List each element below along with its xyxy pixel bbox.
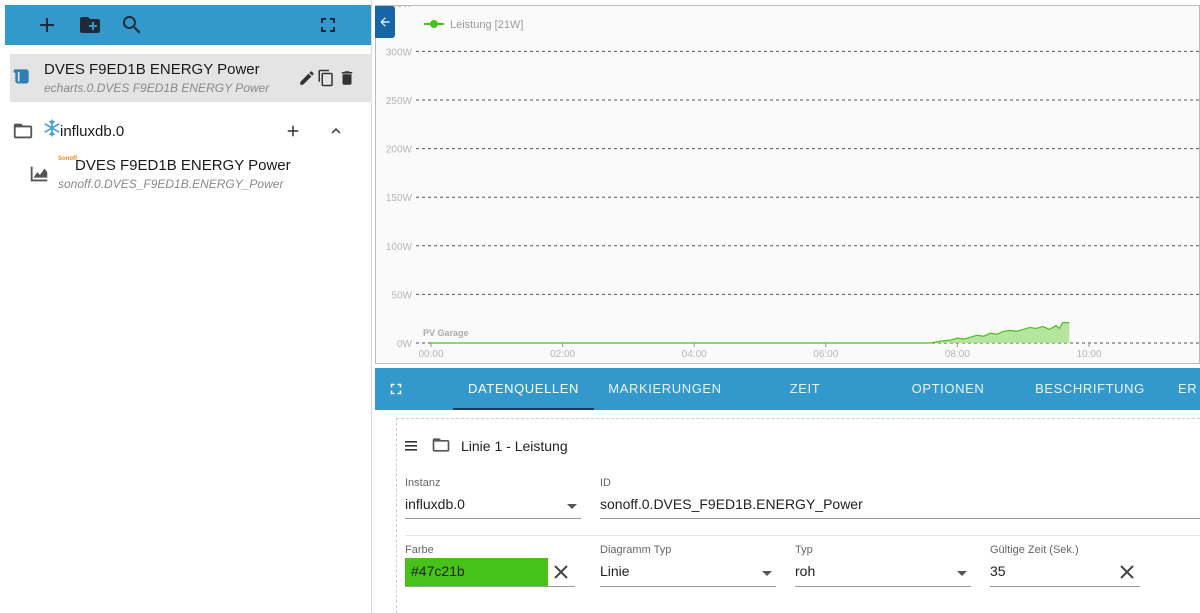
tab-beschriftung[interactable]: BESCHRIFTUNG [1027,368,1153,410]
echarts-item-title: DVES F9ED1B ENERGY Power [44,61,260,78]
type-underline [795,586,971,587]
tab-markierungen[interactable]: MARKIERUNGEN [597,368,733,410]
color-underline [405,586,575,587]
chart-type-underline [600,586,776,587]
id-label: ID [600,477,611,489]
close-icon[interactable] [1119,564,1135,580]
y-tick-label: 100W [386,242,413,253]
edit-icon[interactable] [298,69,316,87]
plus-icon[interactable] [35,13,59,37]
folder-title: influxdb.0 [60,123,125,140]
x-tick-label: 04:00 [682,349,707,360]
y-tick-label: 50W [391,290,412,301]
fullscreen-icon[interactable] [387,380,405,398]
delete-icon[interactable] [338,69,356,87]
tab-datenquellen[interactable]: DATENQUELLEN [453,368,594,410]
x-tick-label: 06:00 [813,349,838,360]
drag-handle-icon[interactable] [405,439,419,451]
type-value: roh [795,563,816,579]
area-chart-icon [28,163,50,185]
chevron-down-icon[interactable] [567,504,577,509]
echarts-item-subtitle: echarts.0.DVES F9ED1B ENERGY Power [44,81,270,95]
legend-label: Leistung [21W] [450,19,523,31]
chart-annotation: PV Garage [423,328,469,338]
tree-item-echarts[interactable]: DVES F9ED1B ENERGY Power echarts.0.DVES … [10,54,372,102]
color-label: Farbe [405,544,434,556]
instance-value: influxdb.0 [405,496,465,512]
scroll-icon [12,66,32,86]
tree-toolbar [5,5,371,45]
folder-open-icon [429,435,453,455]
source-item-title: DVES F9ED1B ENERGY Power [75,157,291,174]
chart-type-value: Linie [600,563,630,579]
legend-swatch-dot [430,20,438,28]
y-tick-label: 0W [397,339,413,350]
instance-underline [405,518,581,519]
instance-label: Instanz [405,477,441,489]
settings-tabs: DATENQUELLEN MARKIERUNGEN ZEIT OPTIONEN … [375,368,1200,410]
x-tick-label: 02:00 [550,349,575,360]
chevron-up-icon[interactable] [327,122,345,140]
id-underline [600,518,1200,519]
collapse-panel-button[interactable] [375,6,395,38]
copy-icon[interactable] [317,69,335,87]
arrow-left-icon [380,17,390,27]
chart-type-label: Diagramm Typ [600,544,672,556]
valid-time-underline [990,586,1140,587]
tab-er[interactable]: ER [1178,368,1200,410]
source-item-subtitle: sonoff.0.DVES_F9ED1B.ENERGY_Power [58,177,284,191]
divider [405,535,1200,536]
series-area [431,322,1070,343]
tab-zeit[interactable]: ZEIT [755,368,855,410]
y-tick-label: 150W [386,193,413,204]
tree-folder-influxdb[interactable]: influxdb.0 [10,116,372,146]
id-value: sonoff.0.DVES_F9ED1B.ENERGY_Power [600,496,863,512]
x-tick-label: 00:00 [418,349,443,360]
folder-open-icon [10,120,36,142]
chart-preview: 0W50W100W150W200W250W300W350W00:0002:000… [375,5,1200,364]
valid-time-label: Gültige Zeit (Sek.) [990,544,1079,556]
object-tree-panel: DVES F9ED1B ENERGY Power echarts.0.DVES … [0,0,372,613]
color-value: #47c21b [411,563,465,579]
close-icon[interactable] [553,564,569,580]
chevron-down-icon[interactable] [957,571,967,576]
valid-time-value: 35 [990,563,1006,579]
snowflake-icon [42,118,62,138]
x-tick-label: 10:00 [1076,349,1101,360]
x-tick-label: 08:00 [945,349,970,360]
type-label: Typ [795,544,813,556]
tab-optionen[interactable]: OPTIONEN [895,368,1001,410]
line-title: Linie 1 - Leistung [461,438,568,454]
search-icon[interactable] [120,13,144,37]
folder-plus-icon[interactable] [78,13,102,37]
y-tick-label: 300W [386,47,413,58]
chevron-down-icon[interactable] [762,571,772,576]
tree-item-sonoff-power[interactable]: Sonoff DVES F9ED1B ENERGY Power sonoff.0… [28,155,368,195]
y-tick-label: 200W [386,145,413,156]
plus-icon[interactable] [284,122,302,140]
line-settings-card: Linie 1 - Leistung Instanz influxdb.0 ID… [396,418,1200,613]
fullscreen-icon[interactable] [316,13,340,37]
y-tick-label: 250W [386,96,413,107]
chart-canvas: 0W50W100W150W200W250W300W350W00:0002:000… [386,6,1199,360]
